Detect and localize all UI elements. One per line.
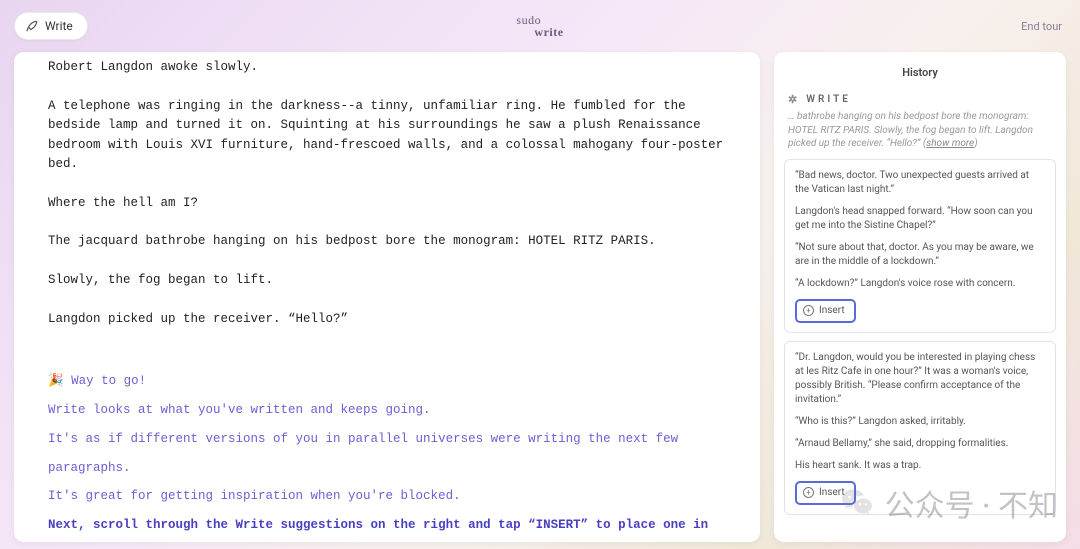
tip-line: 🎉 Way to go! [48, 367, 726, 396]
insert-icon: + [803, 487, 814, 498]
tip-line: Write looks at what you've written and k… [48, 396, 726, 425]
suggestion-paragraph: “Dr. Langdon, would you be interested in… [795, 351, 1045, 407]
suggestion-card[interactable]: “Bad news, doctor. Two unexpected guests… [784, 159, 1056, 333]
end-tour-link[interactable]: End tour [1021, 20, 1062, 33]
show-more-link[interactable]: show more [926, 138, 974, 149]
write-button-label: Write [45, 19, 73, 33]
logo: sudo write [516, 14, 563, 38]
flower-icon: ✲ [788, 93, 800, 106]
main: Robert Langdon awoke slowly. A telephone… [0, 52, 1080, 542]
insert-button-label: Insert [819, 304, 845, 318]
suggestions-list[interactable]: “Bad news, doctor. Two unexpected guests… [782, 159, 1058, 535]
suggestion-paragraph: His heart sank. It was a trap. [795, 459, 1045, 473]
editor-body-text: Robert Langdon awoke slowly. A telephone… [48, 58, 726, 329]
tip-line: It's great for getting inspiration when … [48, 482, 726, 511]
suggestion-paragraph: “Who is this?” Langdon asked, irritably. [795, 415, 1045, 429]
history-sidebar: History ✲ WRITE … bathrobe hanging on hi… [774, 52, 1066, 542]
suggestion-paragraph: “Not sure about that, doctor. As you may… [795, 241, 1045, 269]
suggestion-paragraph: “A lockdown?” Langdon's voice rose with … [795, 277, 1045, 291]
insert-icon: + [803, 305, 814, 316]
suggestion-paragraph: “Arnaud Bellamy,” she said, dropping for… [795, 437, 1045, 451]
feather-icon [25, 19, 39, 33]
tour-tips: 🎉 Way to go! Write looks at what you've … [48, 367, 726, 542]
history-title: History [782, 66, 1058, 79]
tip-line-bold: Next, scroll through the Write suggestio… [48, 511, 726, 542]
write-section-label-text: WRITE [806, 94, 851, 105]
topbar: Write sudo write End tour [0, 0, 1080, 52]
logo-line2: write [516, 26, 563, 38]
context-preview: … bathrobe hanging on his bedpost bore t… [788, 110, 1052, 151]
editor-panel[interactable]: Robert Langdon awoke slowly. A telephone… [14, 52, 760, 542]
write-section: ✲ WRITE … bathrobe hanging on his bedpos… [782, 93, 1058, 151]
suggestion-paragraph: “Bad news, doctor. Two unexpected guests… [795, 169, 1045, 197]
suggestion-paragraph: Langdon's head snapped forward. “How soo… [795, 205, 1045, 233]
insert-button[interactable]: + Insert [795, 481, 856, 505]
tip-line: It's as if different versions of you in … [48, 425, 726, 483]
suggestion-card[interactable]: “Dr. Langdon, would you be interested in… [784, 341, 1056, 515]
insert-button-label: Insert [819, 486, 845, 500]
insert-button[interactable]: + Insert [795, 299, 856, 323]
write-button[interactable]: Write [14, 12, 88, 40]
write-section-label: ✲ WRITE [788, 93, 1052, 106]
